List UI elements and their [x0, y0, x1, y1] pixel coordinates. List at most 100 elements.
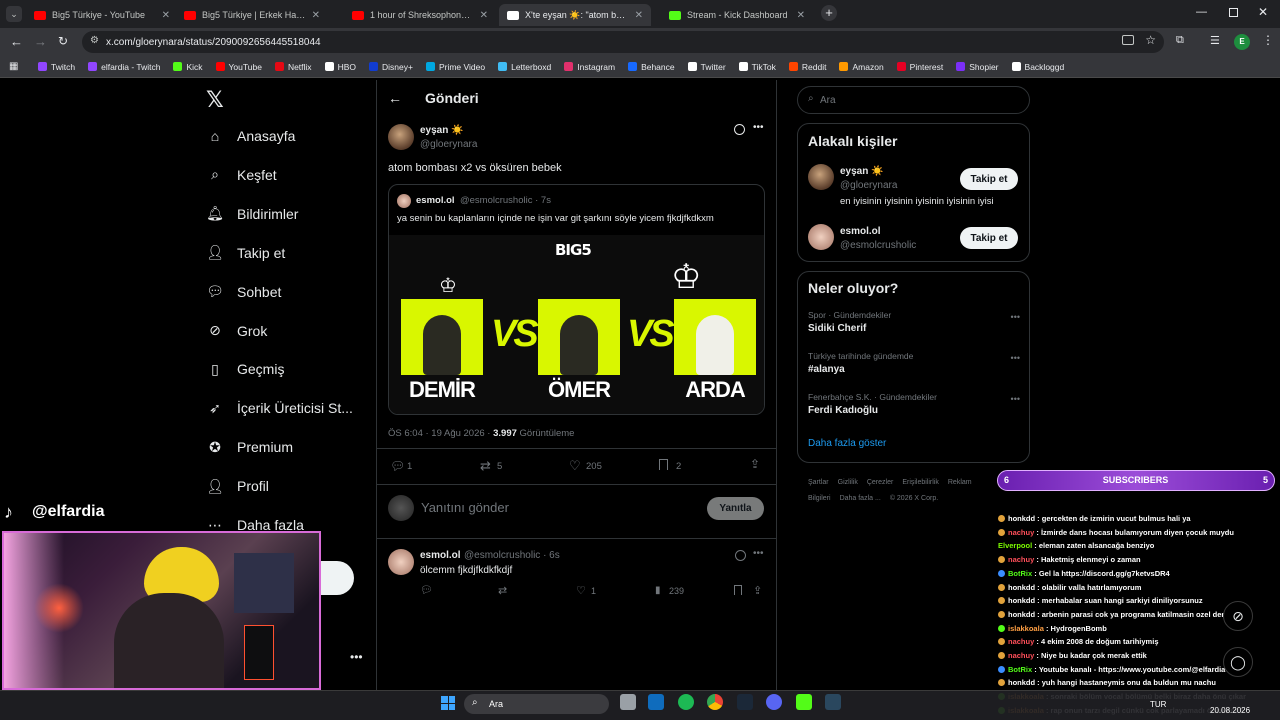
browser-tab[interactable]: Stream - Kick Dashboard ✕: [661, 4, 813, 26]
follow-button[interactable]: Takip et: [960, 168, 1018, 190]
follow-button[interactable]: Takip et: [960, 227, 1018, 249]
bookmark-item[interactable]: Backloggd: [1011, 62, 1064, 72]
sidebar-item[interactable]: ⊘ Grok: [206, 322, 267, 340]
profile-avatar[interactable]: E: [1234, 34, 1250, 50]
footer-link[interactable]: Şartlar: [808, 479, 829, 486]
discord-icon[interactable]: [766, 694, 782, 710]
spotify-icon[interactable]: [678, 694, 694, 710]
reply-author-name[interactable]: esmol.ol: [420, 550, 461, 561]
browser-tab[interactable]: Big5 Türkiye - YouTube ✕: [26, 4, 178, 26]
sidebar-item[interactable]: 👤︎ Takip et: [206, 244, 285, 262]
like-icon[interactable]: ♡: [569, 458, 581, 474]
bookmark-item[interactable]: Prime Video: [425, 62, 485, 72]
footer-link[interactable]: Gizlilik: [838, 479, 858, 486]
messages-floating-button[interactable]: ◯: [1223, 647, 1253, 677]
chrome-icon[interactable]: [707, 694, 723, 710]
close-tab-icon[interactable]: ✕: [797, 10, 805, 21]
bookmark-item[interactable]: Pinterest: [896, 62, 943, 72]
bookmark-item[interactable]: Disney+: [368, 62, 413, 72]
close-tab-icon[interactable]: ✕: [312, 10, 320, 21]
search-box[interactable]: ⌕ Ara: [797, 86, 1030, 114]
trend-item[interactable]: Fenerbahçe S.K. · Gündemdekiler Ferdi Kad…: [808, 392, 1020, 416]
x-logo-icon[interactable]: 𝕏: [206, 87, 224, 113]
footer-link[interactable]: Çerezler: [867, 479, 893, 486]
reply-author-handle[interactable]: @esmolcrusholic · 6s: [464, 550, 560, 561]
reply-bookmark-icon[interactable]: [734, 585, 742, 595]
bookmark-item[interactable]: Behance: [628, 62, 675, 72]
reply-avatar[interactable]: [388, 549, 414, 575]
outlook-icon[interactable]: [648, 694, 664, 710]
kick-app-icon[interactable]: [796, 694, 812, 710]
reply-more-icon[interactable]: •••: [753, 548, 764, 559]
person-avatar[interactable]: [808, 224, 834, 250]
bookmark-item[interactable]: Instagram: [564, 62, 615, 72]
share-icon[interactable]: ⇪: [750, 457, 760, 471]
sidebar-item[interactable]: ▯ Geçmiş: [206, 360, 284, 378]
site-info-icon[interactable]: ⚙: [90, 35, 99, 46]
bookmark-item[interactable]: Amazon: [839, 62, 884, 72]
trend-item[interactable]: Spor · Gündemdekiler Sidiki Cherif •••: [808, 310, 1020, 334]
grok-icon[interactable]: [735, 550, 746, 561]
install-app-icon[interactable]: [1122, 35, 1134, 45]
close-tab-icon[interactable]: ✕: [635, 10, 643, 21]
reply-submit-button[interactable]: Yanıtla: [707, 497, 764, 520]
person-avatar[interactable]: [808, 164, 834, 190]
tab-search-button[interactable]: ⌄: [6, 6, 22, 22]
bookmark-item[interactable]: Netflix: [274, 62, 312, 72]
steam-icon[interactable]: [825, 694, 841, 710]
reply-icon[interactable]: 💬︎: [390, 459, 405, 473]
close-window-button[interactable]: ✕: [1258, 5, 1268, 19]
footer-link[interactable]: Erişilebilirlik: [902, 479, 939, 486]
reply-reply-icon[interactable]: 💬︎: [420, 585, 433, 596]
trend-more-icon[interactable]: •••: [1011, 312, 1020, 322]
reply-repost-icon[interactable]: ⇄: [498, 584, 507, 597]
sidebar-item[interactable]: 🔔︎ Bildirimler: [206, 205, 298, 223]
sidebar-item[interactable]: 💬︎ Sohbet: [206, 283, 281, 301]
post-author-avatar[interactable]: [388, 124, 414, 150]
reading-list-icon[interactable]: ☰: [1210, 34, 1220, 47]
sidebar-item[interactable]: ✪ Premium: [206, 438, 293, 456]
url-field[interactable]: ⚙ x.com/gloerynara/status/20900926564455…: [82, 31, 1164, 53]
extensions-icon[interactable]: ⧉: [1176, 34, 1184, 47]
bookmark-item[interactable]: Letterboxd: [498, 62, 551, 72]
browser-tab[interactable]: 1 hour of Shreksophone - YouTu... ✕: [344, 4, 496, 26]
bookmark-item[interactable]: Shopier: [956, 62, 999, 72]
bookmark-item[interactable]: elfardia - Twitch: [88, 62, 160, 72]
trend-item[interactable]: Türkiye tarihinde gündemde #alanya •••: [808, 351, 1020, 375]
bookmark-item[interactable]: TikTok: [738, 62, 776, 72]
steam-icon[interactable]: [737, 694, 753, 710]
forward-icon[interactable]: →: [34, 34, 47, 49]
post-author-name[interactable]: eyşan ☀️: [420, 125, 464, 136]
browser-menu-icon[interactable]: ⋮: [1262, 33, 1274, 47]
person-name[interactable]: esmol.ol: [840, 226, 881, 237]
post-timestamp[interactable]: ÖS 6:04 · 19 Ağu 2026 ·: [388, 428, 493, 439]
close-tab-icon[interactable]: ✕: [162, 10, 170, 21]
quote-tweet-card[interactable]: esmol.ol @esmolcrusholic · 7s ya senin b…: [388, 184, 765, 415]
browser-tab[interactable]: Big5 Türkiye | Erkek Hazırlık Se... ✕: [176, 4, 328, 26]
reload-icon[interactable]: ↻: [58, 34, 68, 48]
bookmark-item[interactable]: YouTube: [215, 62, 262, 72]
grok-floating-button[interactable]: ⊘: [1223, 601, 1253, 631]
sidebar-item[interactable]: 👤︎ Profil: [206, 477, 269, 495]
bookmark-item[interactable]: Kick: [173, 62, 203, 72]
bookmark-icon[interactable]: [659, 459, 668, 470]
apps-grid-icon[interactable]: ▦: [9, 61, 18, 72]
new-tab-button[interactable]: +: [821, 5, 837, 21]
browser-tab[interactable]: X'te eyşan ☀️: "atom bombas... ✕: [499, 4, 651, 26]
close-tab-icon[interactable]: ✕: [480, 10, 488, 21]
back-arrow-icon[interactable]: ←: [388, 90, 402, 106]
reply-like-icon[interactable]: ♡: [576, 584, 586, 597]
bookmark-star-icon[interactable]: ☆: [1145, 33, 1156, 47]
footer-link[interactable]: Daha fazla ...: [840, 495, 881, 502]
quote-image[interactable]: BIG5 ♔ ♔ VS VS DEMİR ÖMER ARDA: [389, 235, 764, 414]
taskbar-search[interactable]: ⌕ Ara: [464, 694, 609, 714]
account-more-icon[interactable]: •••: [350, 650, 363, 664]
reply-views-icon[interactable]: ▮: [655, 585, 661, 596]
post-author-handle[interactable]: @gloerynara: [420, 139, 477, 150]
sidebar-item[interactable]: ⌂ Anasayfa: [206, 127, 296, 145]
grok-icon[interactable]: [734, 124, 745, 135]
bookmark-item[interactable]: Reddit: [788, 62, 826, 72]
start-icon[interactable]: [441, 696, 455, 710]
trend-more-icon[interactable]: •••: [1011, 394, 1020, 404]
person-name[interactable]: eyşan ☀️: [840, 166, 884, 177]
